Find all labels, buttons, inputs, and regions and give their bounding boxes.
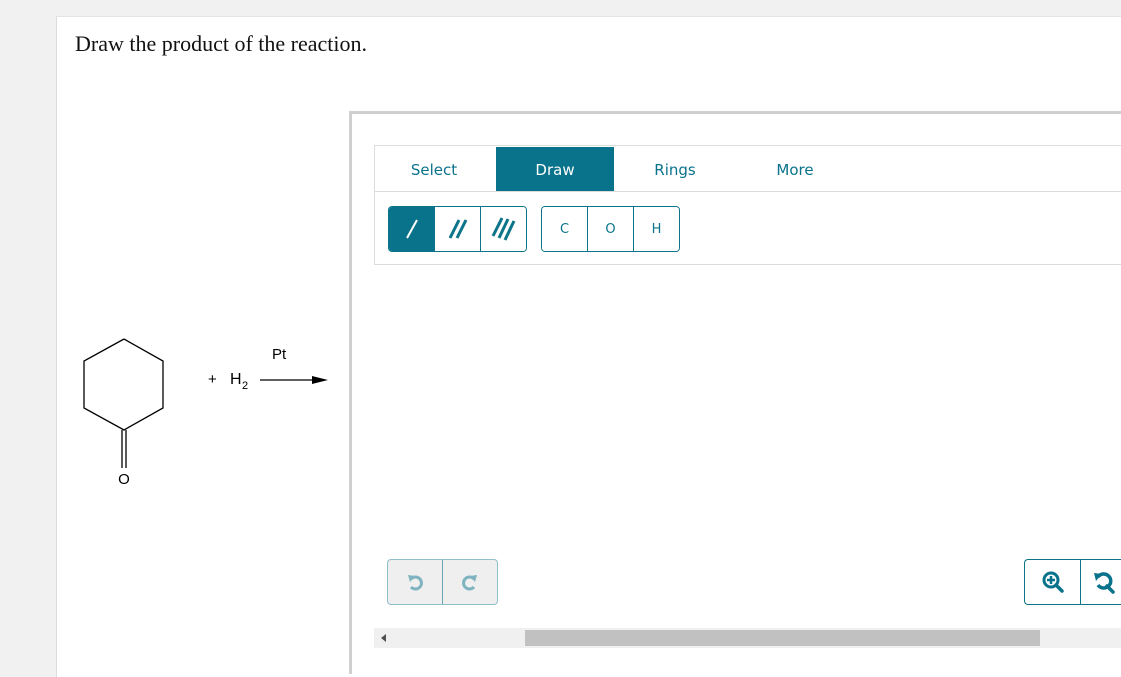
reset-zoom-icon [1093, 572, 1115, 594]
toolbar-bottom-border [374, 264, 1121, 265]
redo-icon [462, 575, 477, 591]
reset-zoom-button[interactable] [1081, 560, 1121, 604]
tab-more[interactable]: More [736, 147, 854, 192]
tab-select[interactable]: Select [375, 147, 493, 192]
bond-tool-group [388, 206, 527, 252]
hydrogen-subscript: 2 [242, 380, 248, 392]
scrollbar-thumb[interactable] [525, 630, 1040, 646]
single-bond-icon [405, 219, 418, 239]
double-bond-icon [448, 219, 467, 239]
reaction-scheme: O + H 2 Pt [83, 338, 328, 488]
hydrogen-reagent: H [230, 371, 242, 388]
redo-button[interactable] [443, 560, 497, 604]
cyclohexane-ring [83, 338, 164, 431]
question-prompt: Draw the product of the reaction. [75, 31, 367, 56]
atom-c-button[interactable]: C [542, 207, 588, 251]
editor-tabs: Select Draw Rings More [374, 145, 1121, 192]
triple-bond-icon [491, 217, 515, 241]
triple-bond-button[interactable] [481, 207, 526, 251]
zoom-in-icon [1042, 571, 1064, 593]
undo-icon [408, 575, 423, 591]
double-bond-button[interactable] [435, 207, 481, 251]
cyclohexanone-structure [83, 338, 164, 468]
plus-sign: + [208, 371, 217, 388]
single-bond-button[interactable] [389, 207, 435, 251]
tab-divider [374, 191, 1121, 192]
atom-tool-group: C O H [541, 206, 680, 252]
undo-button[interactable] [388, 560, 443, 604]
tab-rings[interactable]: Rings [616, 147, 734, 192]
atom-o-button[interactable]: O [588, 207, 634, 251]
reaction-arrow-head [312, 376, 328, 384]
horizontal-scrollbar[interactable] [374, 628, 1121, 648]
tab-draw[interactable]: Draw [496, 147, 614, 192]
history-tool-group [387, 559, 498, 605]
zoom-in-button[interactable] [1025, 560, 1081, 604]
oxygen-label: O [118, 471, 130, 488]
toolbar-left-border [374, 145, 375, 265]
view-tool-group [1024, 559, 1121, 605]
scroll-left-arrow-icon[interactable] [381, 634, 386, 642]
atom-h-button[interactable]: H [634, 207, 679, 251]
catalyst-label: Pt [272, 346, 287, 363]
